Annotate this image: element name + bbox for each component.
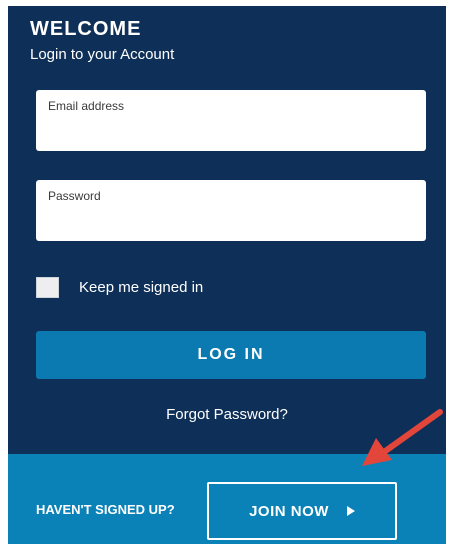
signup-footer: HAVEN'T SIGNED UP? JOIN NOW <box>8 454 446 544</box>
password-placeholder: Password <box>48 189 101 203</box>
page-title: WELCOME <box>30 18 142 40</box>
play-icon <box>346 506 355 516</box>
forgot-password-link[interactable]: Forgot Password? <box>8 406 446 423</box>
join-now-label: JOIN NOW <box>249 502 329 520</box>
signup-prompt: HAVEN'T SIGNED UP? <box>36 502 175 517</box>
login-button[interactable]: LOG IN <box>36 331 426 379</box>
remember-me-label[interactable]: Keep me signed in <box>79 279 203 296</box>
page-subtitle: Login to your Account <box>30 46 175 63</box>
login-panel: WELCOME Login to your Account Email addr… <box>8 6 446 544</box>
join-now-button[interactable]: JOIN NOW <box>207 482 397 540</box>
email-placeholder: Email address <box>48 99 125 113</box>
remember-me-checkbox[interactable] <box>36 276 59 298</box>
remember-me-row: Keep me signed in <box>36 276 203 298</box>
password-field[interactable]: Password <box>36 180 426 241</box>
email-field[interactable]: Email address <box>36 90 426 151</box>
